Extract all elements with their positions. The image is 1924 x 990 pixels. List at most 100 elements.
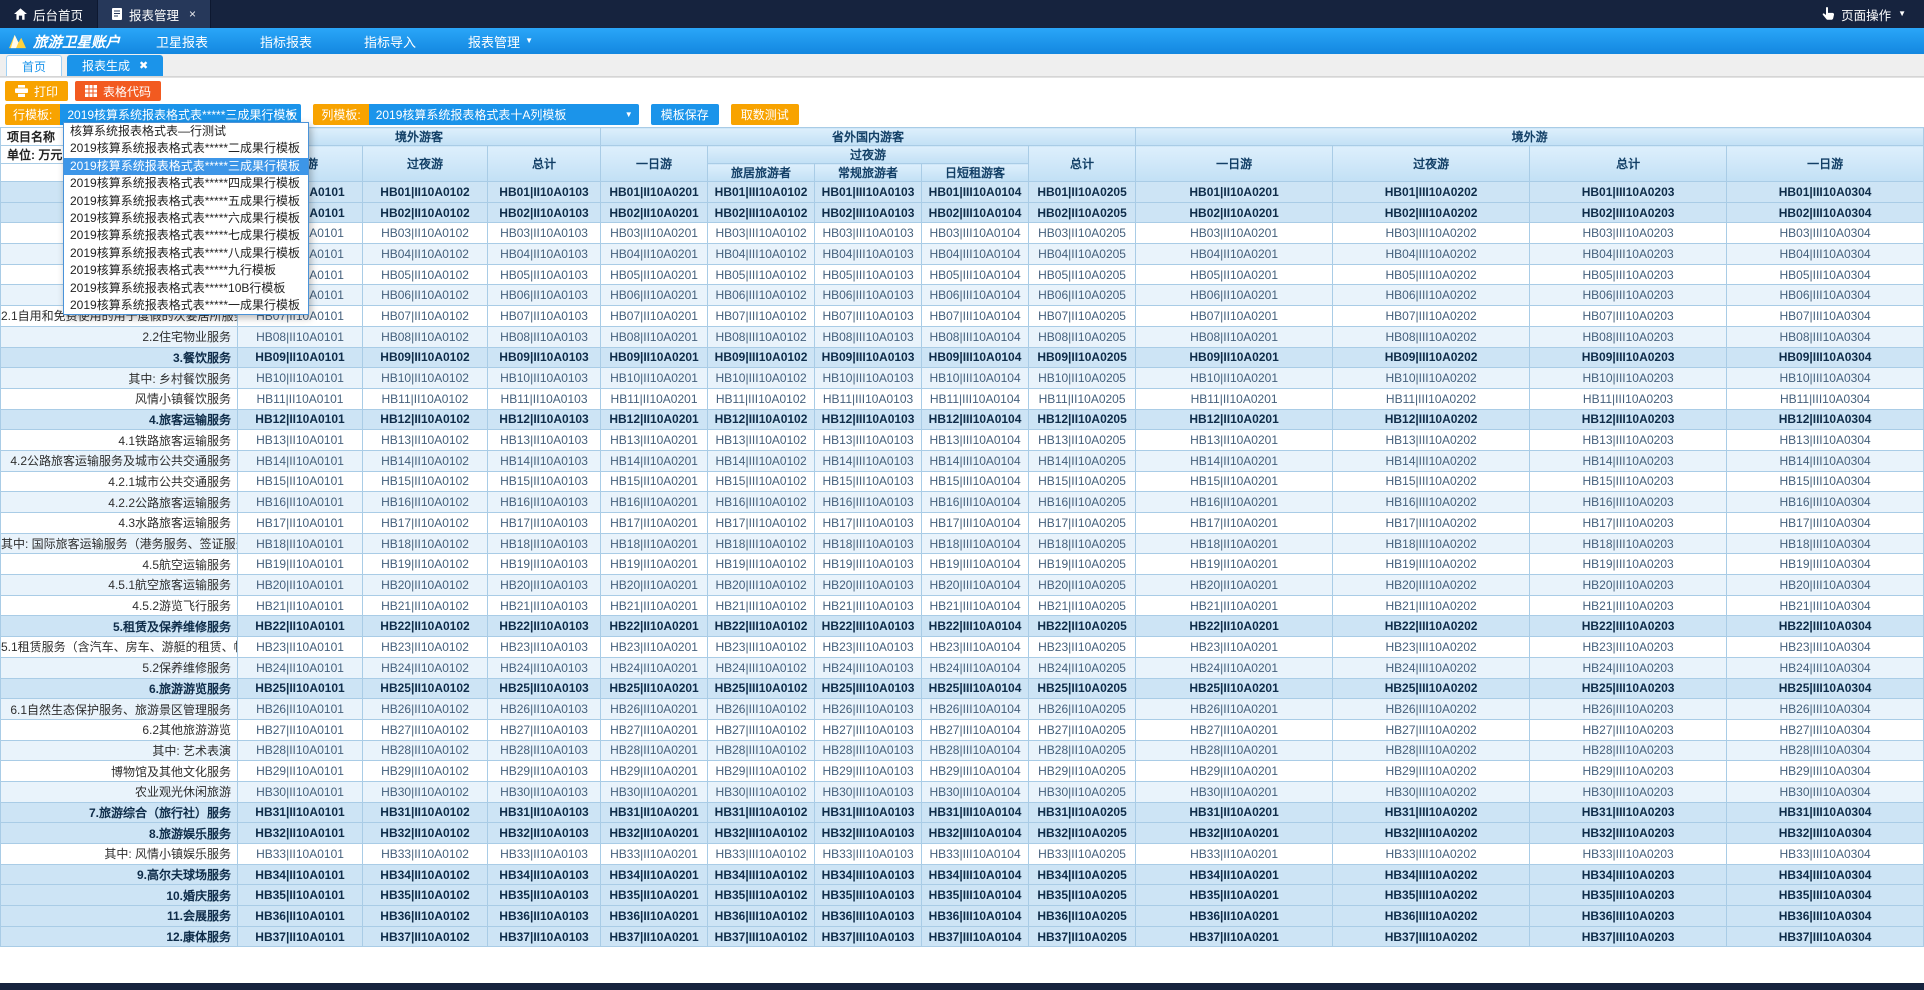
- grid-code-cell: HB06|II10A0102: [363, 285, 488, 306]
- col-template-select[interactable]: 2019核算系统报表格式表十A列模板 ▼: [369, 104, 639, 125]
- grid-code-cell: HB25|III10A0102: [708, 678, 815, 699]
- dropdown-option[interactable]: 2019核算系统报表格式表*****10B行模板: [64, 280, 308, 297]
- grid-code-cell: HB16|II10A0201: [601, 492, 708, 513]
- grid-code-cell: HB29|III10A0203: [1530, 761, 1727, 782]
- grid-code-cell: HB36|II10A0205: [1029, 906, 1136, 927]
- dropdown-option[interactable]: 2019核算系统报表格式表*****三成果行模板: [64, 158, 308, 175]
- grid-code-cell: HB34|II10A0205: [1029, 864, 1136, 885]
- table-row: 3.餐饮服务HB09|II10A0101HB09|II10A0102HB09|I…: [1, 347, 1924, 368]
- grid-code-cell: HB04|II10A0205: [1029, 244, 1136, 265]
- grid-code-cell: HB20|II10A0101: [238, 575, 363, 596]
- table-row: 5.2保养维修服务HB24|II10A0101HB24|II10A0102HB2…: [1, 657, 1924, 678]
- grid-code-cell: HB08|III10A0202: [1333, 326, 1530, 347]
- template-save-button[interactable]: 模板保存: [651, 104, 719, 125]
- grid-code-cell: HB12|II10A0101: [238, 409, 363, 430]
- menu-item-indicator-import[interactable]: 指标导入: [338, 28, 442, 54]
- page-operations-menu[interactable]: 页面操作 ▼: [1804, 5, 1924, 24]
- grid-code-cell: HB36|II10A0103: [488, 906, 601, 927]
- col-subheader: 旅居旅游者: [708, 164, 815, 182]
- grid-code-cell: HB24|III10A0102: [708, 657, 815, 678]
- grid-code-cell: HB13|II10A0101: [238, 430, 363, 451]
- menu-item-satellite-reports[interactable]: 卫星报表: [130, 28, 234, 54]
- row-label-cell: 农业观光休闲旅游: [1, 781, 238, 802]
- grid-code-cell: HB15|III10A0203: [1530, 471, 1727, 492]
- grid-code-cell: HB01|II10A0201: [601, 182, 708, 203]
- table-row: 农业观光休闲旅游HB30|II10A0101HB30|II10A0102HB30…: [1, 781, 1924, 802]
- dropdown-option[interactable]: 2019核算系统报表格式表*****九行模板: [64, 262, 308, 279]
- grid-code-cell: HB06|II10A0103: [488, 285, 601, 306]
- row-template-dropdown[interactable]: 核算系统报表格式表—行测试2019核算系统报表格式表*****二成果行模板201…: [63, 122, 309, 315]
- grid-code-cell: HB05|II10A0205: [1029, 264, 1136, 285]
- grid-code-cell: HB05|III10A0103: [815, 264, 922, 285]
- grid-code-cell: HB33|III10A0103: [815, 844, 922, 865]
- grid-code-cell: HB25|II10A0201: [1136, 678, 1333, 699]
- grid-code-cell: HB29|II10A0201: [1136, 761, 1333, 782]
- grid-code-cell: HB35|II10A0103: [488, 885, 601, 906]
- grid-code-cell: HB07|II10A0205: [1029, 306, 1136, 327]
- grid-code-cell: HB15|II10A0201: [601, 471, 708, 492]
- grid-code-cell: HB33|III10A0202: [1333, 844, 1530, 865]
- grid-code-cell: HB37|III10A0102: [708, 926, 815, 947]
- close-icon[interactable]: ✖: [139, 59, 148, 72]
- dropdown-option[interactable]: 2019核算系统报表格式表*****七成果行模板: [64, 227, 308, 244]
- grid-code-cell: HB31|II10A0102: [363, 802, 488, 823]
- grid-code-cell: HB05|III10A0202: [1333, 264, 1530, 285]
- grid-code-cell: HB22|II10A0205: [1029, 616, 1136, 637]
- data-test-button[interactable]: 取数测试: [731, 104, 799, 125]
- grid-code-cell: HB09|II10A0201: [1136, 347, 1333, 368]
- grid-code-cell: HB11|III10A0102: [708, 388, 815, 409]
- printer-icon: [15, 85, 28, 97]
- grid-code-cell: HB18|III10A0104: [922, 533, 1029, 554]
- grid-code-cell: HB30|III10A0203: [1530, 781, 1727, 802]
- grid-code-cell: HB13|II10A0205: [1029, 430, 1136, 451]
- grid-code-cell: HB05|II10A0201: [1136, 264, 1333, 285]
- dropdown-option[interactable]: 2019核算系统报表格式表*****二成果行模板: [64, 140, 308, 157]
- close-icon[interactable]: ×: [189, 7, 196, 21]
- grid-code-cell: HB12|III10A0102: [708, 409, 815, 430]
- grid-code-cell: HB17|II10A0201: [1136, 513, 1333, 534]
- dropdown-option[interactable]: 2019核算系统报表格式表*****八成果行模板: [64, 245, 308, 262]
- grid-code-cell: HB26|II10A0205: [1029, 699, 1136, 720]
- grid-code-cell: HB22|III10A0103: [815, 616, 922, 637]
- grid-code-cell: HB30|III10A0102: [708, 781, 815, 802]
- col-subheader: 常规旅游者: [815, 164, 922, 182]
- top-tab-report-management[interactable]: 报表管理 ×: [97, 0, 211, 28]
- table-row: 博物馆及其他文化服务HB29|II10A0101HB29|II10A0102HB…: [1, 761, 1924, 782]
- dropdown-option[interactable]: 2019核算系统报表格式表*****五成果行模板: [64, 193, 308, 210]
- dropdown-option[interactable]: 2019核算系统报表格式表*****一成果行模板: [64, 297, 308, 314]
- grid-code-cell: HB37|III10A0104: [922, 926, 1029, 947]
- grid-code-cell: HB34|II10A0201: [1136, 864, 1333, 885]
- grid-code-cell: HB19|III10A0202: [1333, 554, 1530, 575]
- print-toolbar: 打印 表格代码: [0, 78, 1924, 103]
- tab-report-generation[interactable]: 报表生成 ✖: [67, 55, 163, 76]
- grid-code-cell: HB13|III10A0102: [708, 430, 815, 451]
- grid-code-cell: HB27|II10A0201: [601, 719, 708, 740]
- grid-code-cell: HB20|II10A0205: [1029, 575, 1136, 596]
- grid-code-cell: HB25|II10A0205: [1029, 678, 1136, 699]
- row-label-cell: 风情小镇餐饮服务: [1, 388, 238, 409]
- backend-home-link[interactable]: 后台首页: [0, 0, 97, 28]
- grid-code-cell: HB23|III10A0203: [1530, 637, 1727, 658]
- grid-code-cell: HB11|III10A0104: [922, 388, 1029, 409]
- table-row: 4.5.2游览飞行服务HB21|II10A0101HB21|II10A0102H…: [1, 595, 1924, 616]
- dropdown-option[interactable]: 2019核算系统报表格式表*****六成果行模板: [64, 210, 308, 227]
- table-code-button[interactable]: 表格代码: [75, 81, 161, 101]
- grid-code-cell: HB28|III10A0103: [815, 740, 922, 761]
- grid-code-cell: HB37|III10A0202: [1333, 926, 1530, 947]
- grid-code-cell: HB27|II10A0102: [363, 719, 488, 740]
- grid-code-cell: HB29|III10A0202: [1333, 761, 1530, 782]
- tab-home[interactable]: 首页: [6, 55, 62, 76]
- grid-code-cell: HB29|III10A0304: [1727, 761, 1924, 782]
- grid-code-cell: HB21|II10A0101: [238, 595, 363, 616]
- dropdown-option[interactable]: 2019核算系统报表格式表*****四成果行模板: [64, 175, 308, 192]
- dropdown-option[interactable]: 核算系统报表格式表—行测试: [64, 123, 308, 140]
- grid-code-cell: HB19|II10A0201: [601, 554, 708, 575]
- print-button[interactable]: 打印: [5, 81, 68, 101]
- col-header: 总计: [1530, 146, 1727, 182]
- menu-item-report-management[interactable]: 报表管理 ▼: [442, 28, 559, 54]
- grid-code-cell: HB07|III10A0104: [922, 306, 1029, 327]
- grid-code-cell: HB17|III10A0203: [1530, 513, 1727, 534]
- grid-code-cell: HB10|II10A0205: [1029, 368, 1136, 389]
- chevron-down-icon: ▼: [625, 111, 633, 119]
- menu-item-indicator-reports[interactable]: 指标报表: [234, 28, 338, 54]
